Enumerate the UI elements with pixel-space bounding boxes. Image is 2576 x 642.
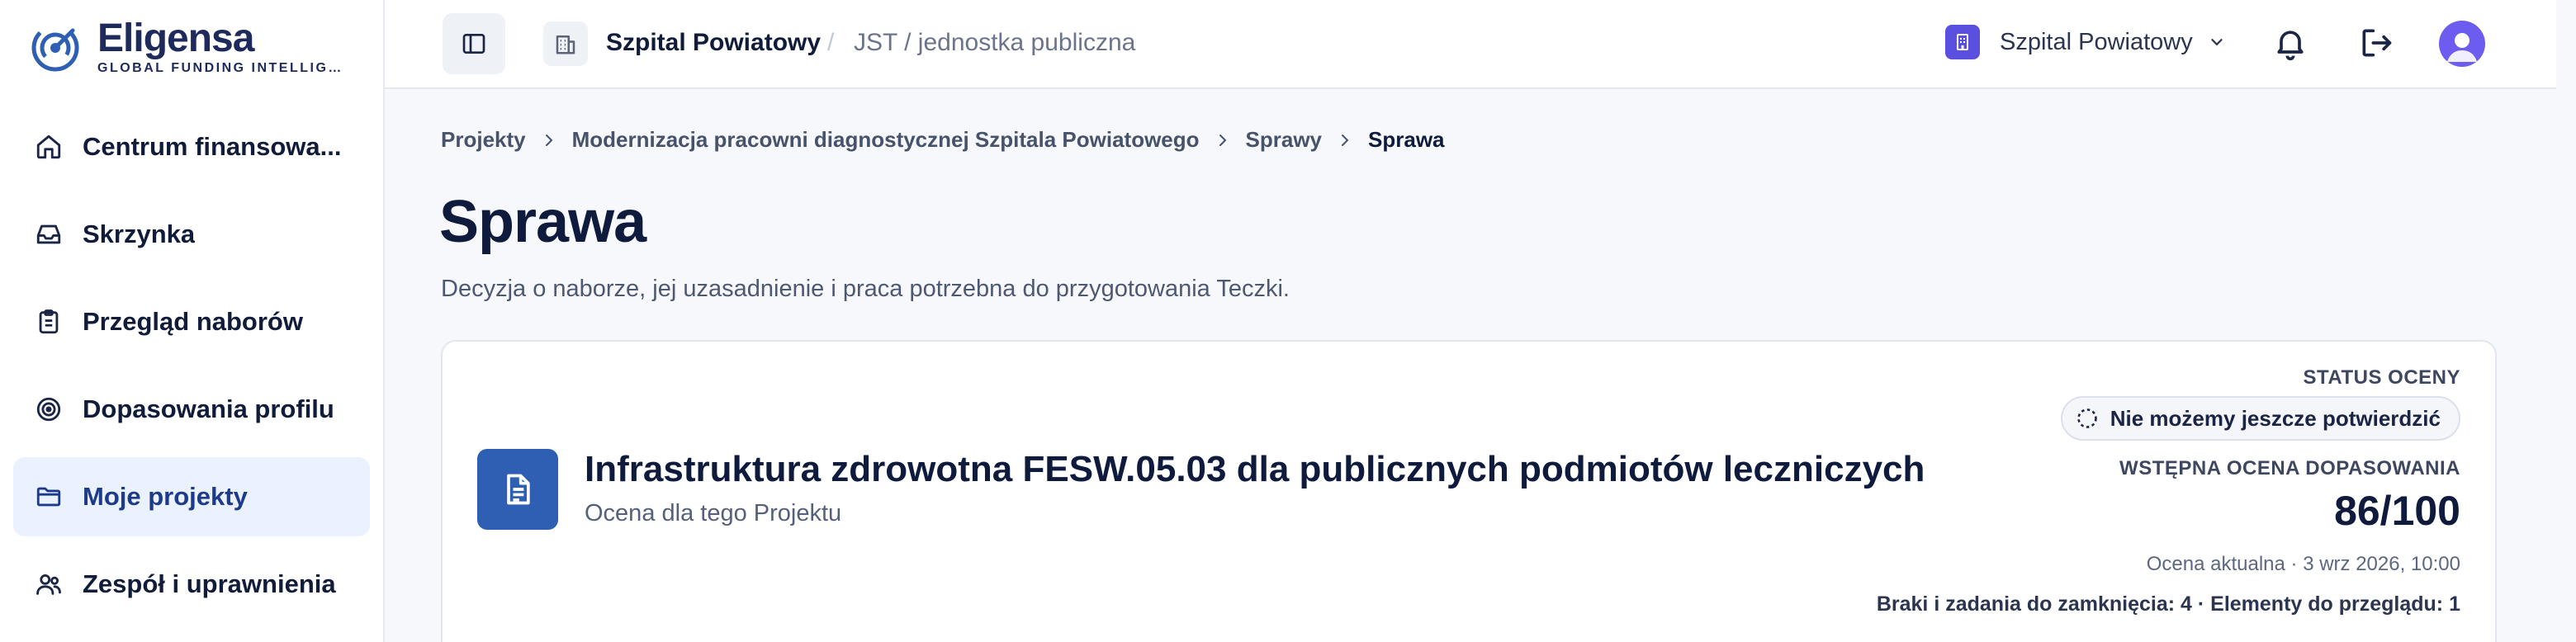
sidebar-panel-icon: [462, 34, 485, 54]
user-avatar-icon: [2447, 33, 2477, 62]
sidebar-item-my-projects[interactable]: Moje projekty: [13, 457, 370, 536]
eligensa-logo-icon: [31, 24, 79, 72]
chevron-right-icon: [1219, 134, 1226, 146]
sidebar-item-calls-overview[interactable]: Przegląd naborów: [13, 282, 370, 361]
home-icon: [36, 135, 61, 159]
document-icon: [477, 449, 558, 530]
call-title: Infrastruktura zdrowotna FESW.05.03 dla …: [585, 449, 1925, 489]
brand-name: Eligensa: [97, 17, 254, 60]
breadcrumb-current: Sprawa: [1368, 127, 1445, 152]
sidebar-item-label: Przegląd naborów: [83, 307, 303, 336]
call-subtitle: Ocena dla tego Projektu: [585, 500, 842, 526]
sidebar-item-label: Dopasowania profilu: [83, 394, 334, 423]
organization-name: Szpital Powiatowy: [606, 29, 822, 56]
folder-icon: [36, 487, 61, 507]
organization-type: JST / jednostka publiczna: [854, 29, 1136, 56]
gaps-summary: Braki i zadania do zamknięcia: 4 · Eleme…: [1876, 592, 2460, 616]
sidebar-item-inbox[interactable]: Skrzynka: [13, 195, 370, 274]
page-subtitle: Decyzja o naborze, jej uzasadnienie i pr…: [441, 276, 1290, 302]
brand-tagline: GLOBAL FUNDING INTELLIGEN...: [97, 61, 345, 75]
sidebar-item-label: Skrzynka: [83, 220, 196, 248]
chevron-right-icon: [545, 134, 553, 146]
inbox-icon: [36, 224, 61, 244]
organization-chip: [543, 21, 588, 66]
assessment-updated: Ocena aktualna · 3 wrz 2026, 10:00: [2146, 553, 2460, 575]
status-value: Nie możemy jeszcze potwierdzić: [2110, 405, 2441, 431]
assessment-card: Infrastruktura zdrowotna FESW.05.03 dla …: [441, 340, 2497, 642]
chevron-down-icon: [2211, 39, 2223, 46]
building-icon: [556, 35, 575, 54]
users-icon: [36, 574, 61, 595]
breadcrumb-project[interactable]: Modernizacja pracowni diagnostycznej Szp…: [572, 127, 1200, 153]
fit-score: 86/100: [2334, 488, 2460, 534]
org-switcher-label: Szpital Powiatowy: [2000, 28, 2193, 55]
page-title: Sprawa: [439, 189, 646, 255]
user-avatar[interactable]: [2439, 21, 2485, 67]
sidebar-item-label: Zespół i uprawnienia: [83, 569, 336, 598]
fit-score-label: WSTĘPNA OCENA DOPASOWANIA: [2119, 457, 2460, 479]
breadcrumb-projects[interactable]: Projekty: [441, 127, 526, 153]
sidebar: Eligensa GLOBAL FUNDING INTELLIGEN... Ce…: [0, 0, 385, 642]
status-badge: Nie możemy jeszcze potwierdzić: [2060, 396, 2460, 441]
breadcrumb: Projekty Modernizacja pracowni diagnosty…: [441, 127, 1445, 153]
sidebar-item-label: Centrum finansowa...: [83, 132, 342, 161]
sidebar-item-profile-matches[interactable]: Dopasowania profilu: [13, 370, 370, 449]
breadcrumb-cases[interactable]: Sprawy: [1246, 127, 1323, 153]
sidebar-item-team[interactable]: Zespół i uprawnienia: [13, 545, 370, 624]
target-icon: [36, 397, 61, 422]
chevron-right-icon: [1342, 134, 1349, 146]
status-label: STATUS OCENY: [2303, 366, 2460, 389]
organization-switcher[interactable]: Szpital Powiatowy: [1945, 25, 2226, 59]
notifications-bell-icon[interactable]: [2272, 25, 2308, 61]
clipboard-icon: [39, 309, 59, 334]
brand-logo[interactable]: Eligensa GLOBAL FUNDING INTELLIGEN...: [30, 17, 345, 76]
sidebar-nav: Centrum finansowa... Skrzynka Przegląd n…: [13, 107, 370, 632]
logout-icon[interactable]: [2358, 25, 2394, 61]
breadcrumb-separator: /: [827, 29, 835, 56]
sidebar-toggle-button[interactable]: [443, 13, 505, 74]
top-bar: Szpital Powiatowy / JST / jednostka publ…: [385, 0, 2556, 89]
sidebar-item-label: Moje projekty: [83, 482, 248, 511]
org-badge-icon: [1945, 25, 1980, 59]
sidebar-item-funding-center[interactable]: Centrum finansowa...: [13, 107, 370, 186]
pending-circle-icon: [2076, 408, 2097, 428]
